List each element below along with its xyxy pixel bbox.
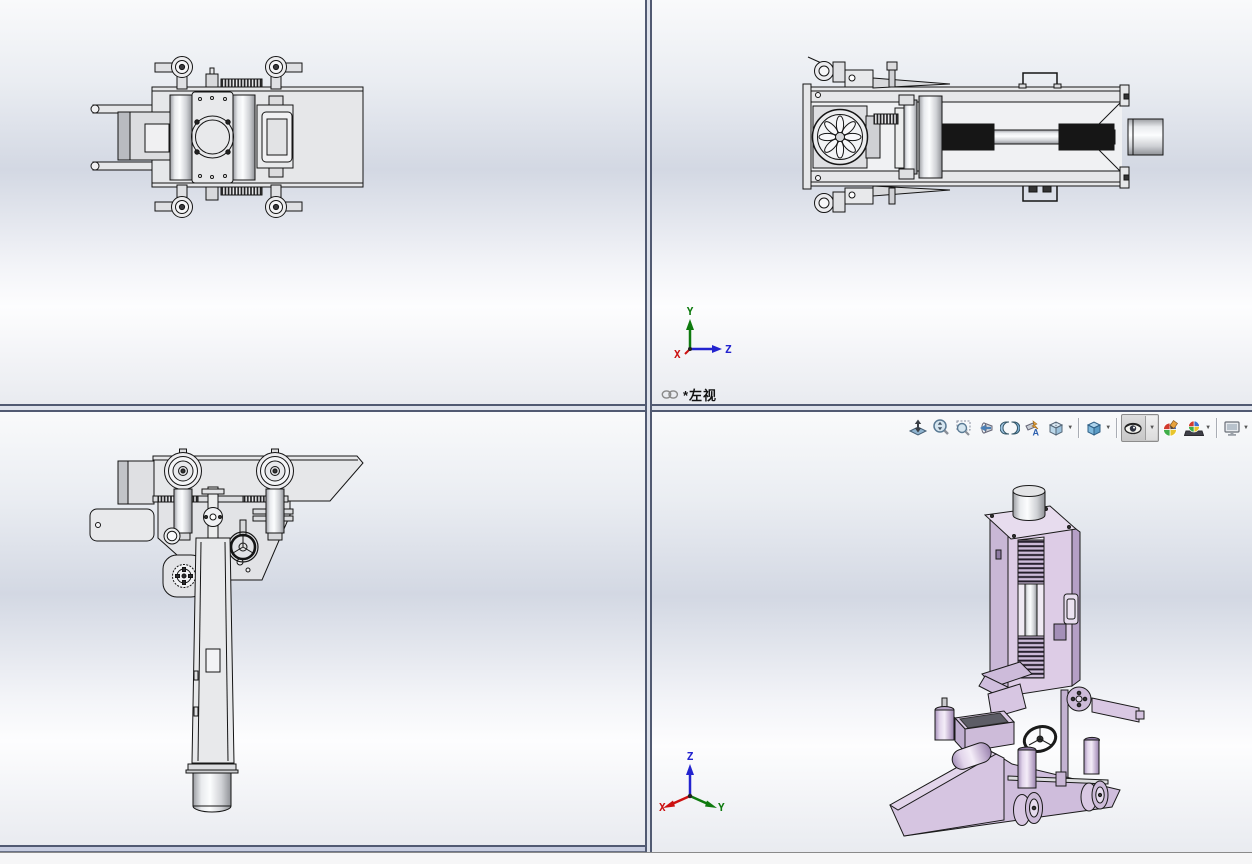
wheel-front xyxy=(1013,746,1043,826)
toolbar-separator xyxy=(1078,418,1080,438)
zoom-in-out-icon xyxy=(933,419,950,435)
bottom-left-splitter[interactable] xyxy=(0,845,645,852)
reference-triad: Y Z X xyxy=(674,305,732,359)
edit-appearance-button[interactable] xyxy=(1160,416,1182,440)
caster-bottom xyxy=(814,185,951,213)
axis-label-y: Y xyxy=(687,305,694,318)
left-view-drawing xyxy=(802,56,1164,213)
chevron-down-icon[interactable]: ▼ xyxy=(1145,416,1158,440)
heads-up-view-toolbar: A ▼ ▼ ▼ ▼ ▼ xyxy=(907,414,1250,442)
axis-label-x: X xyxy=(659,801,666,814)
view-name-label: *左视 xyxy=(661,385,717,404)
graphics-area: Y Z X *左视 A ▼ ▼ ▼ ▼ ▼ Z X Y xyxy=(0,0,1252,864)
annotation-letter: A xyxy=(1033,428,1040,438)
lift-cap xyxy=(1012,491,1046,521)
view-name-text: *左视 xyxy=(683,388,718,403)
edit-appearance-icon xyxy=(1163,420,1179,437)
view-orientation-icon xyxy=(1049,421,1064,436)
zoom-to-fit-button[interactable] xyxy=(907,416,929,440)
viewport-isometric-view[interactable]: A ▼ ▼ ▼ ▼ ▼ Z X Y xyxy=(652,412,1252,852)
dynamic-annotation-views-button[interactable]: A xyxy=(1022,416,1044,440)
section-view-button[interactable] xyxy=(999,416,1021,440)
previous-view-icon xyxy=(980,422,993,434)
view-settings-button[interactable]: ▼ xyxy=(1221,416,1250,440)
toolbar-separator xyxy=(1216,418,1218,438)
zoom-to-area-button[interactable] xyxy=(953,416,975,440)
handwheel-iso xyxy=(1022,725,1058,753)
axis-label-y: Y xyxy=(718,801,725,814)
isometric-view-drawing xyxy=(889,485,1145,837)
roller-right xyxy=(256,448,294,541)
axis-label-x: X xyxy=(674,348,681,359)
front-view-drawing xyxy=(89,448,364,813)
wheel-right xyxy=(1080,736,1109,812)
axis-label-z: Z xyxy=(687,750,694,763)
display-style-button[interactable]: ▼ xyxy=(1083,416,1112,440)
axis-label-z: Z xyxy=(725,343,732,356)
reference-triad: Z X Y xyxy=(659,750,725,814)
handwheel-front xyxy=(227,519,259,563)
gear xyxy=(172,564,196,588)
viewport-front-view[interactable] xyxy=(0,412,645,845)
viewport-left-view[interactable]: Y Z X *左视 xyxy=(652,0,1252,404)
apply-scene-button[interactable]: ▼ xyxy=(1183,416,1212,440)
chevron-down-icon: ▼ xyxy=(1243,425,1249,431)
top-view-drawing xyxy=(90,56,364,218)
pulley-top-left xyxy=(154,56,193,90)
roller-left xyxy=(164,448,202,541)
vertical-splitter[interactable] xyxy=(645,0,652,852)
upper-spring xyxy=(1017,539,1045,585)
chevron-down-icon: ▼ xyxy=(1205,425,1212,431)
pulley-bottom-left xyxy=(154,184,193,218)
lower-spring xyxy=(1017,635,1045,679)
pulley-top-right xyxy=(265,56,303,90)
viewport-top-view[interactable] xyxy=(0,0,645,404)
pulley-bottom-right xyxy=(265,184,303,218)
toolbar-separator xyxy=(1116,418,1118,438)
zoom-in-out-button[interactable] xyxy=(930,416,952,440)
caster-top xyxy=(807,56,951,89)
section-view-icon xyxy=(1000,421,1021,435)
zoom-to-area-icon xyxy=(956,420,971,436)
chevron-down-icon: ▼ xyxy=(1105,425,1112,431)
link-icon xyxy=(661,390,679,399)
view-orientation-button[interactable]: ▼ xyxy=(1045,416,1074,440)
horizontal-splitter[interactable] xyxy=(0,404,1252,412)
zoom-to-fit-icon xyxy=(909,419,928,436)
status-strip xyxy=(0,852,1252,864)
chevron-down-icon: ▼ xyxy=(1067,425,1074,431)
display-style-icon xyxy=(1087,421,1102,436)
view-settings-icon xyxy=(1224,421,1240,436)
previous-view-button[interactable] xyxy=(976,416,998,440)
eye-icon xyxy=(1124,422,1142,435)
hide-show-items-button[interactable]: ▼ xyxy=(1121,414,1160,442)
annotation-views-icon: A xyxy=(1025,420,1040,438)
handwheel xyxy=(811,108,869,166)
apply-scene-icon xyxy=(1184,420,1205,436)
